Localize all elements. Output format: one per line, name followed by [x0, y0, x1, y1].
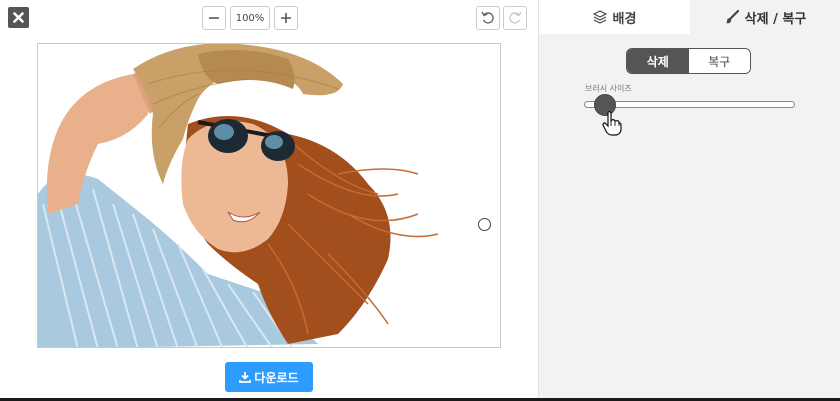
history-controls [476, 6, 527, 30]
image-canvas[interactable] [37, 43, 501, 348]
brush-size-label: 브러시 사이즈 [585, 84, 632, 93]
brush-icon [725, 10, 739, 24]
zoom-in-button[interactable] [274, 6, 298, 30]
panel-tabs: 배경 삭제 / 복구 [539, 0, 840, 34]
brush-cursor-indicator [478, 218, 491, 231]
tab-erase-restore[interactable]: 삭제 / 복구 [690, 0, 840, 34]
download-icon [239, 372, 252, 383]
editor-area: 100% 다운로드 [0, 0, 538, 401]
undo-button[interactable] [476, 6, 500, 30]
zoom-level: 100% [230, 6, 270, 30]
mode-erase-button[interactable]: 삭제 [627, 49, 689, 73]
redo-button[interactable] [503, 6, 527, 30]
undo-icon [481, 11, 494, 24]
mode-toggle: 삭제 복구 [626, 48, 751, 74]
settings-panel: 배경 삭제 / 복구 삭제 복구 브러시 사이즈 [538, 0, 840, 401]
download-label: 다운로드 [254, 370, 299, 385]
hand-pointer-icon [602, 111, 622, 136]
photo-woman-in-straw-hat [38, 44, 439, 347]
zoom-out-button[interactable] [202, 6, 226, 30]
tab-background-label: 배경 [612, 11, 637, 27]
layers-icon [592, 10, 607, 24]
mode-restore-button[interactable]: 복구 [688, 49, 750, 73]
download-button[interactable]: 다운로드 [225, 362, 313, 392]
zoom-controls: 100% [202, 6, 298, 30]
tab-background[interactable]: 배경 [539, 0, 690, 34]
minus-icon [209, 17, 219, 19]
close-button[interactable] [8, 7, 29, 28]
plus-icon [281, 13, 291, 23]
tab-erase-restore-label: 삭제 / 복구 [744, 11, 807, 27]
close-icon [13, 12, 24, 23]
redo-icon [509, 11, 522, 24]
